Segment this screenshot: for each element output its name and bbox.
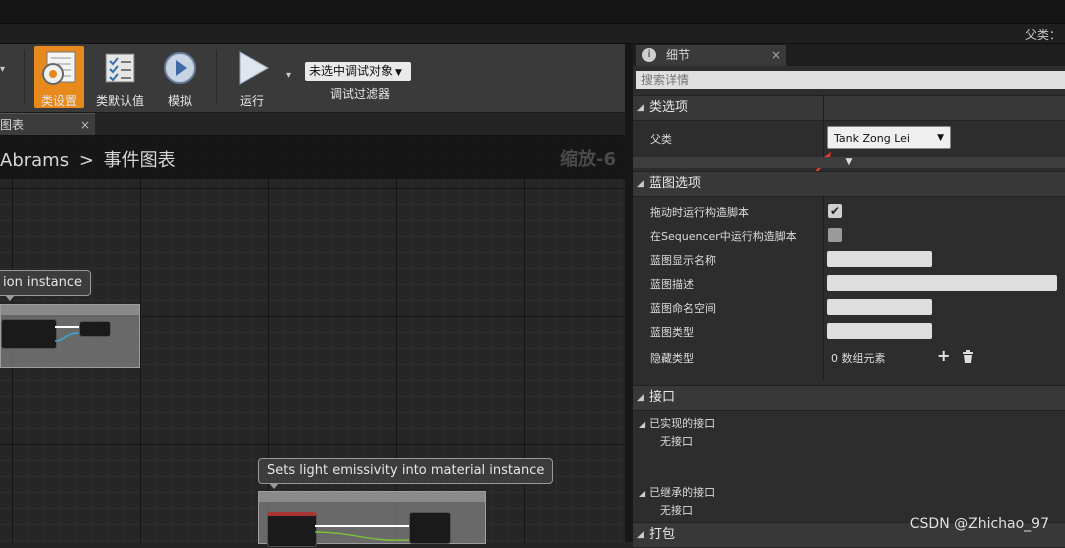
parent-class-value: Tank Zong Lei (834, 132, 910, 145)
advanced-expander[interactable]: ▼ (633, 157, 1065, 168)
close-icon[interactable]: × (80, 114, 90, 136)
check-icon: ✔ (829, 204, 841, 218)
hide-categories-count: 0 数组元素 (831, 352, 886, 365)
close-icon[interactable]: × (771, 45, 781, 66)
comment-box-header (1, 305, 139, 315)
inherited-interfaces-group[interactable]: ◢ 已继承的接口 (639, 484, 715, 500)
column-divider (823, 95, 824, 157)
graph-wire (315, 525, 410, 542)
expand-arrow-icon: ▼ (845, 157, 853, 167)
inherited-interfaces-label: 已继承的接口 (649, 486, 716, 499)
category-label: 接口 (649, 390, 676, 405)
category-label: 类选项 (649, 100, 689, 115)
run-options-chevron-icon[interactable]: ▾ (286, 70, 291, 81)
class-settings-label: 类设置 (40, 94, 77, 108)
chevron-down-icon: ▼ (395, 68, 402, 78)
display-name-label: 蓝图显示名称 (650, 254, 716, 267)
debug-object-select[interactable]: 未选中调试对象 ▼ (305, 62, 411, 81)
title-bar (0, 24, 1065, 44)
search-input[interactable] (636, 71, 1065, 89)
run-construction-in-sequencer-label: 在Sequencer中运行构造脚本 (650, 230, 797, 243)
class-settings-button[interactable]: 类设置 (34, 46, 84, 108)
checklist-icon (98, 48, 142, 88)
tab-label: 细节 (666, 48, 691, 62)
comment-box[interactable] (258, 491, 486, 547)
description-field[interactable] (827, 275, 1057, 291)
toolbar-separator (24, 50, 25, 104)
breadcrumb-parent[interactable]: Abrams (0, 150, 69, 171)
parent-class-label: 父类 (650, 133, 672, 146)
hide-categories-label: 隐藏类型 (650, 352, 694, 365)
run-button[interactable]: 运行 (224, 46, 280, 108)
run-construction-on-drag-label: 拖动时运行构造脚本 (650, 206, 749, 219)
tab-label: 图表 (0, 118, 25, 132)
namespace-label: 蓝图命名空间 (650, 302, 716, 315)
collapse-arrow-icon: ◢ (637, 530, 644, 540)
add-element-icon[interactable]: + (937, 346, 950, 365)
parent-class-dropdown[interactable]: Tank Zong Lei ▼ (827, 126, 951, 149)
class-defaults-label: 类默认值 (95, 94, 144, 108)
implemented-interfaces-label: 已实现的接口 (649, 417, 716, 430)
comment-bubble[interactable]: ion instance (0, 270, 92, 301)
graph-wire (55, 326, 80, 342)
comment-box[interactable] (0, 304, 140, 368)
column-divider (823, 197, 824, 379)
graph-node[interactable] (1, 319, 57, 349)
implemented-interfaces-group[interactable]: ◢ 已实现的接口 (639, 415, 715, 431)
description-label: 蓝图描述 (650, 278, 694, 291)
collapse-arrow-icon: ◢ (637, 179, 644, 189)
parent-class-indicator: 父类： (1024, 28, 1061, 42)
watermark: CSDN @Zhichao_97 (909, 516, 1049, 532)
category-class-options[interactable]: ◢ 类选项 (633, 95, 1065, 121)
breadcrumb: Abrams > 事件图表 (0, 146, 176, 172)
collapse-arrow-icon: ◢ (639, 489, 646, 498)
tab-details[interactable]: i 细节 × (636, 45, 786, 66)
simulate-icon (158, 48, 202, 88)
menu-bar (0, 0, 1065, 24)
namespace-field[interactable] (827, 299, 932, 315)
panel-splitter[interactable] (625, 44, 633, 542)
zoom-level: 缩放-6 (560, 149, 616, 170)
breadcrumb-separator: > (78, 150, 94, 171)
inherited-interfaces-empty: 无接口 (660, 504, 693, 517)
collapse-arrow-icon: ◢ (637, 393, 644, 403)
display-name-field[interactable] (827, 251, 932, 267)
debug-object-value: 未选中调试对象 (309, 64, 394, 78)
debug-filter-label: 调试过滤器 (330, 87, 391, 101)
chevron-down-icon: ▼ (937, 133, 944, 143)
category-blueprint-options[interactable]: ◢ 蓝图选项 (633, 171, 1065, 197)
graph-node[interactable] (409, 512, 451, 544)
comment-box-header (259, 492, 485, 502)
overflow-chevron-icon[interactable]: ▾ (0, 64, 10, 84)
blueprint-type-field[interactable] (827, 323, 932, 339)
collapse-arrow-icon: ◢ (637, 103, 644, 113)
details-icon: i (642, 48, 656, 62)
category-interfaces[interactable]: ◢ 接口 (633, 385, 1065, 411)
breadcrumb-current: 事件图表 (103, 150, 176, 171)
run-label: 运行 (239, 94, 264, 108)
blueprint-type-label: 蓝图类型 (650, 326, 694, 339)
gear-icon (37, 48, 81, 88)
category-label: 打包 (649, 527, 676, 542)
run-construction-on-drag-checkbox[interactable]: ✔ (828, 204, 842, 218)
implemented-interfaces-empty: 无接口 (660, 435, 693, 448)
category-label: 蓝图选项 (649, 176, 702, 191)
collapse-arrow-icon: ◢ (639, 420, 646, 429)
class-defaults-button[interactable]: 类默认值 (92, 46, 148, 108)
toolbar-separator (216, 50, 217, 104)
simulate-button[interactable]: 模拟 (152, 46, 208, 108)
trash-icon[interactable] (962, 350, 974, 363)
play-icon (230, 48, 274, 88)
tab-event-graph[interactable]: 图表 × (0, 113, 95, 136)
comment-bubble[interactable]: Sets light emissivity into material inst… (258, 458, 554, 489)
run-construction-in-sequencer-checkbox[interactable] (828, 228, 842, 242)
simulate-label: 模拟 (167, 94, 192, 108)
